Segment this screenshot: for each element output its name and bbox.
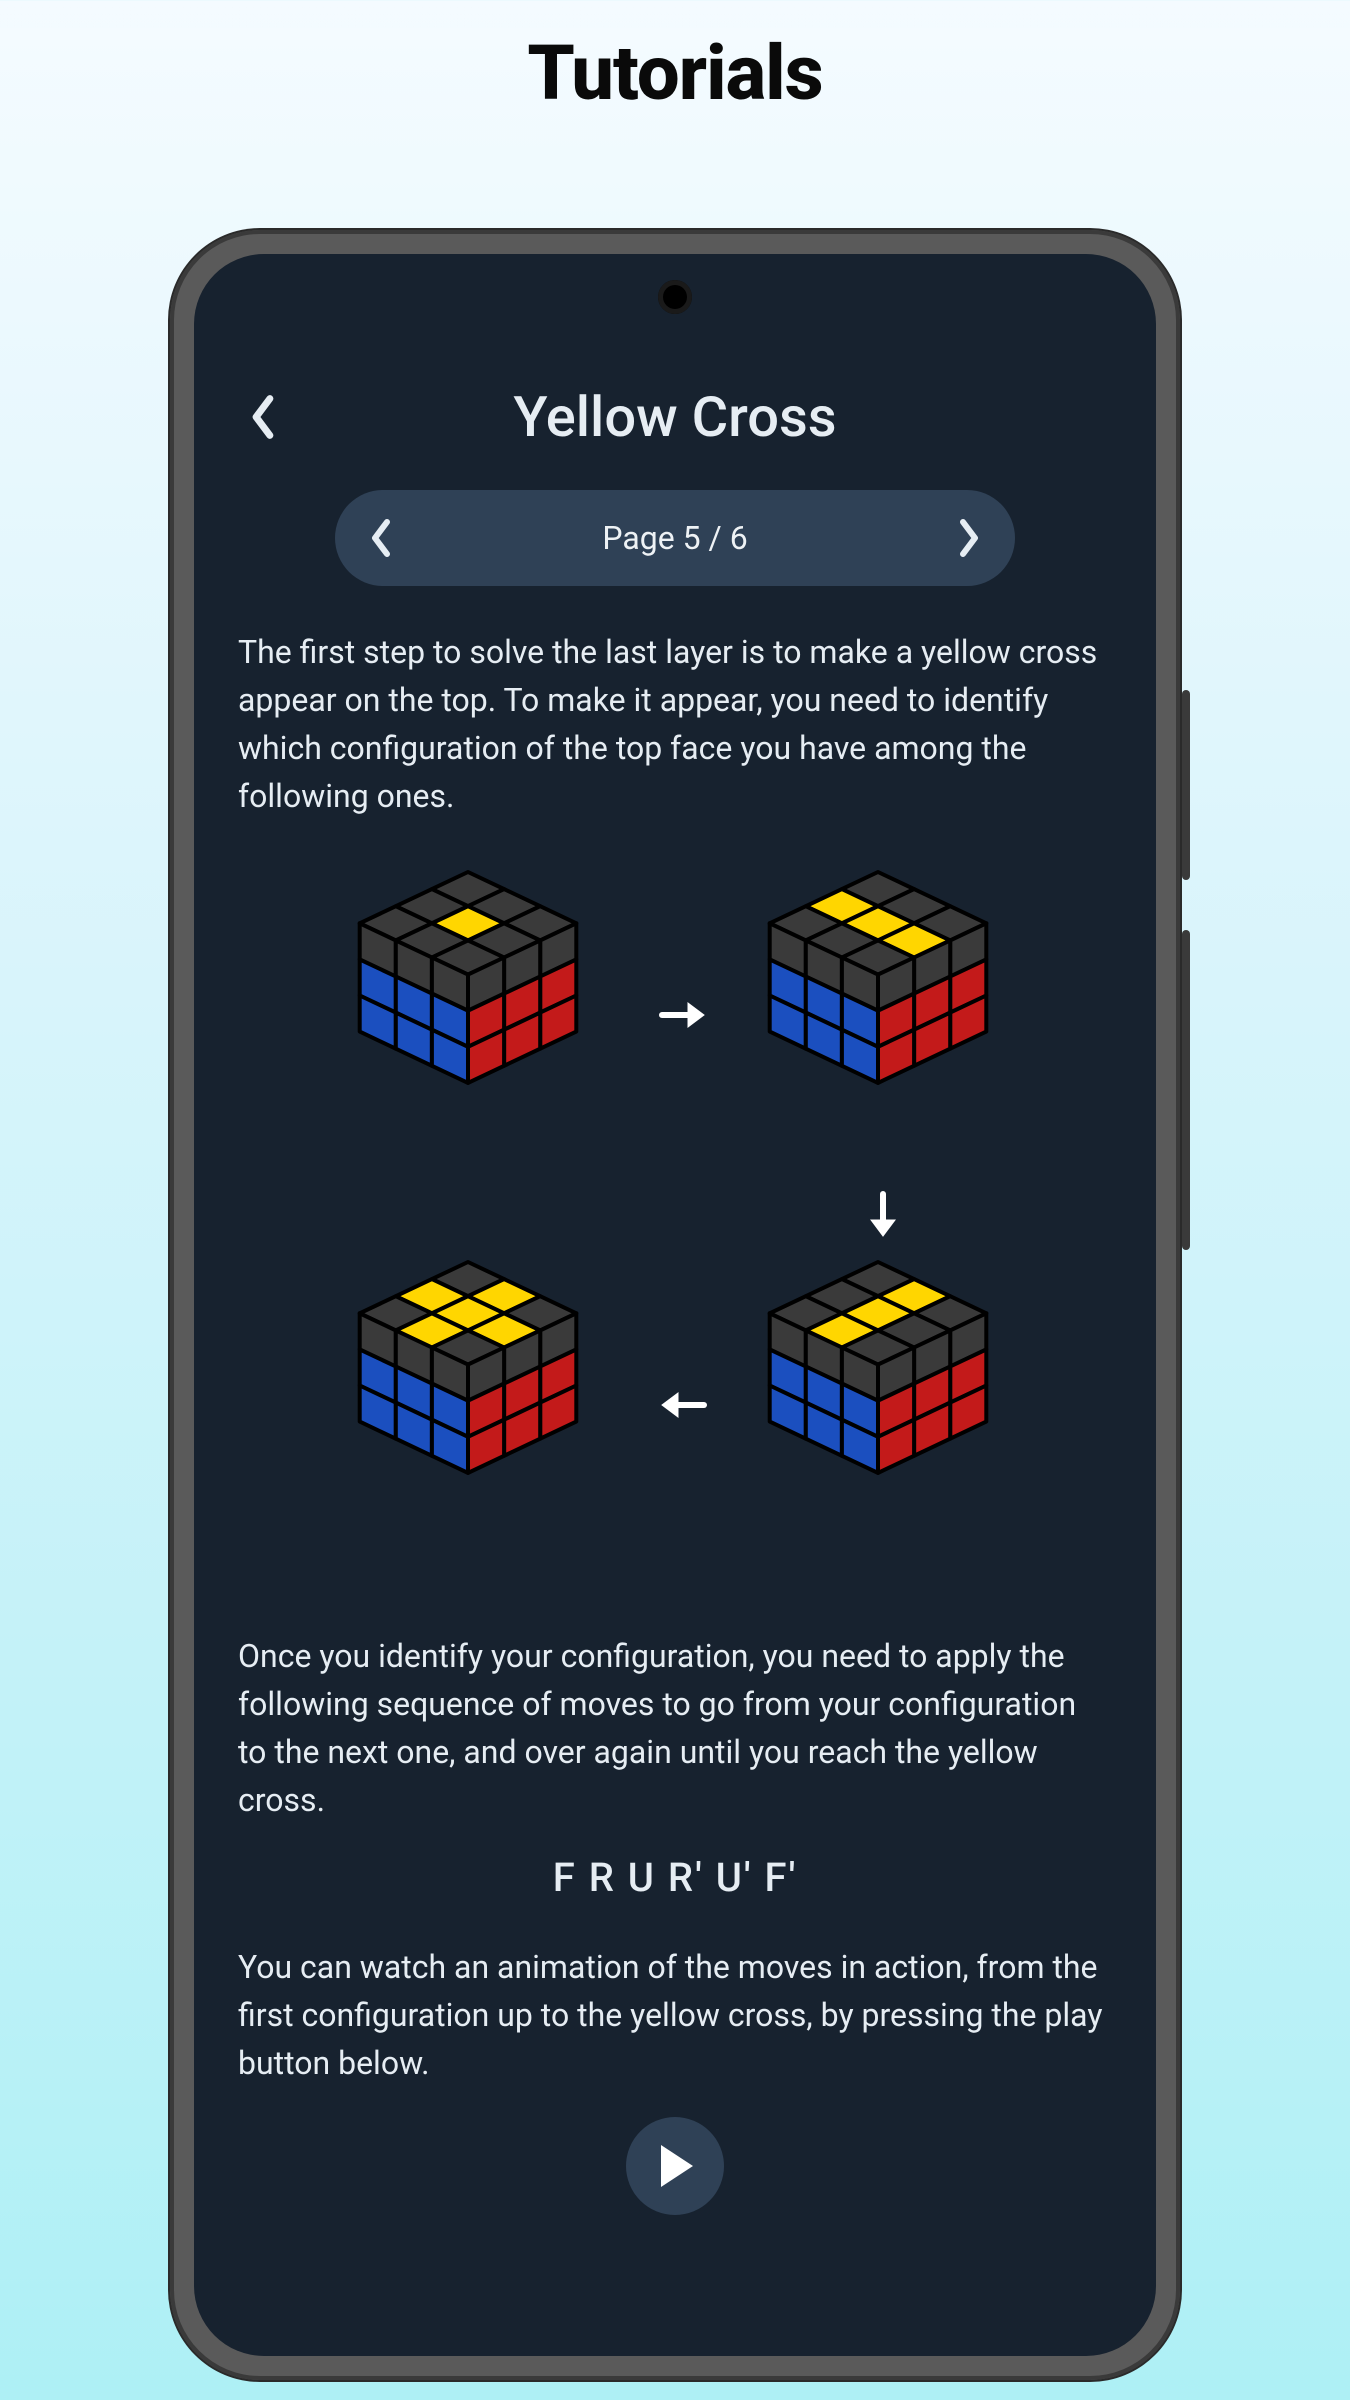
algorithm-text: F R U R' U' F' [238, 1854, 1112, 1901]
arrow-right-icon [648, 990, 718, 1040]
screen: Yellow Cross Page 5 / 6 The first step t… [194, 254, 1156, 2356]
cube-config-1 [318, 850, 618, 1174]
play-icon [655, 2143, 695, 2189]
play-button[interactable] [626, 2117, 724, 2215]
instruction-paragraph: Once you identify your configuration, yo… [238, 1632, 1112, 1824]
screen-title: Yellow Cross [238, 384, 1112, 450]
front-camera [658, 280, 692, 314]
cube-config-3 [728, 1240, 1028, 1564]
pager-prev-button[interactable] [361, 518, 401, 558]
app-header: Yellow Cross [238, 384, 1112, 450]
chevron-left-icon [368, 518, 394, 558]
pager-label: Page 5 / 6 [602, 519, 747, 557]
cube-config-2 [728, 850, 1028, 1174]
cube-diagram [238, 850, 1112, 1590]
phone-frame: Yellow Cross Page 5 / 6 The first step t… [170, 230, 1180, 2380]
pager-next-button[interactable] [949, 518, 989, 558]
chevron-right-icon [956, 518, 982, 558]
play-hint-paragraph: You can watch an animation of the moves … [238, 1943, 1112, 2087]
intro-paragraph: The first step to solve the last layer i… [238, 628, 1112, 820]
arrow-left-icon [648, 1380, 718, 1430]
cube-config-4 [318, 1240, 618, 1564]
page-heading: Tutorials [0, 28, 1350, 118]
pager-pill: Page 5 / 6 [335, 490, 1015, 586]
